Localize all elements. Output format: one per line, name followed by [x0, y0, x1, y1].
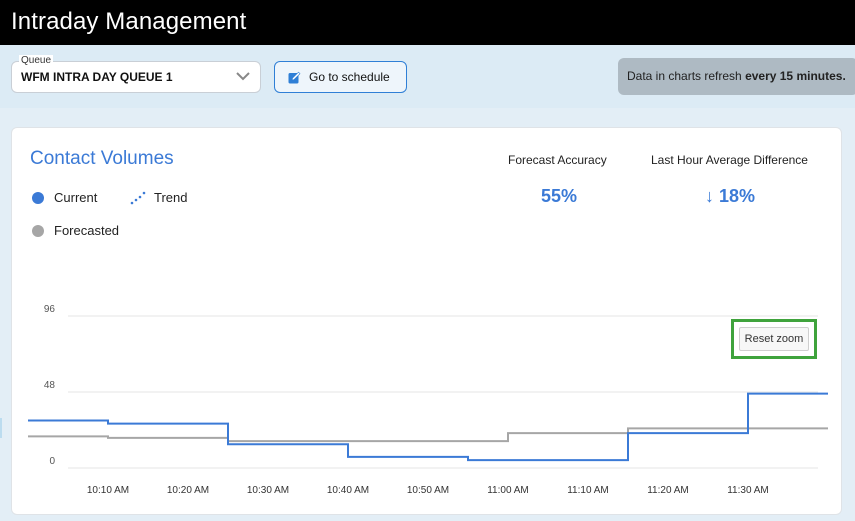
- x-tick-label: 10:40 AM: [327, 485, 369, 496]
- x-tick-label: 10:10 AM: [87, 485, 129, 496]
- current-series-line: [28, 392, 828, 462]
- reset-zoom-button[interactable]: Reset zoom: [739, 327, 809, 351]
- y-tick-label: 0: [49, 456, 55, 467]
- x-tick-label: 11:30 AM: [727, 485, 769, 496]
- reset-zoom-highlight: Reset zoom: [731, 319, 817, 359]
- x-tick-label: 10:20 AM: [167, 485, 209, 496]
- x-tick-label: 11:00 AM: [487, 485, 529, 496]
- x-tick-label: 11:20 AM: [647, 485, 689, 496]
- forecasted-series-line: [28, 427, 828, 443]
- y-tick-label: 48: [44, 380, 56, 391]
- x-tick-label: 10:50 AM: [407, 485, 449, 496]
- contact-volumes-chart[interactable]: 96 48 0 10:10 AM 10:20 AM 10:30 AM 10:40 AM 10…: [0, 0, 855, 521]
- x-tick-label: 11:10 AM: [567, 485, 609, 496]
- y-tick-label: 96: [44, 304, 56, 315]
- x-tick-label: 10:30 AM: [247, 485, 289, 496]
